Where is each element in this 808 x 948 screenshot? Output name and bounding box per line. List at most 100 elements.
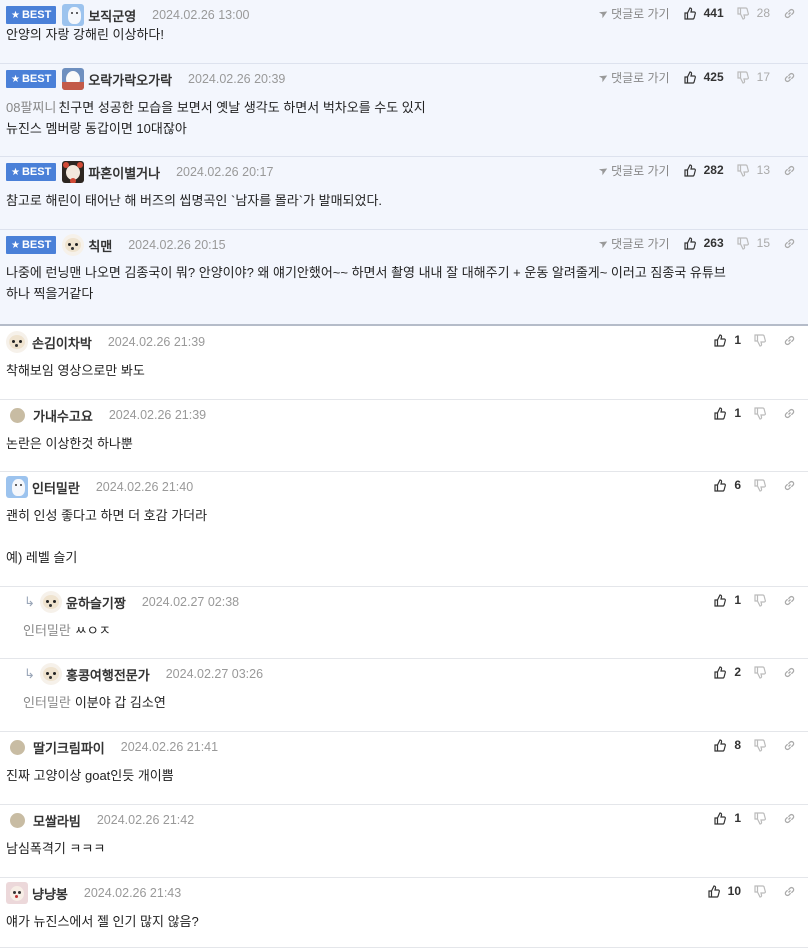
nickname[interactable]: 냥냥봉 bbox=[32, 884, 68, 903]
downvote-button[interactable] bbox=[754, 478, 770, 492]
share-link-button[interactable] bbox=[783, 885, 796, 898]
timestamp: 2024.02.26 13:00 bbox=[152, 8, 250, 22]
nickname[interactable]: 오락가락오가락 bbox=[88, 70, 172, 89]
share-link-button[interactable] bbox=[783, 812, 796, 825]
nickname[interactable]: 파혼이별거나 bbox=[88, 163, 160, 182]
thumbs-down-icon bbox=[754, 811, 770, 825]
downvote-button[interactable] bbox=[754, 593, 770, 607]
nickname[interactable]: 칙맨 bbox=[88, 236, 112, 255]
upvote-button[interactable]: 282 bbox=[684, 163, 724, 177]
avatar[interactable] bbox=[6, 476, 28, 498]
mention-tag[interactable]: 인터밀란 bbox=[23, 695, 71, 710]
upvote-button[interactable]: 6 bbox=[714, 478, 741, 492]
reply-arrow-icon: ↳ bbox=[24, 666, 35, 681]
avatar[interactable] bbox=[6, 882, 28, 904]
share-link-button[interactable] bbox=[783, 479, 796, 492]
comment-body: 착해보임 영상으로만 봐도 bbox=[6, 360, 145, 381]
comment-actions: 6 bbox=[714, 476, 796, 494]
upvote-button[interactable]: 1 bbox=[714, 593, 741, 607]
avatar[interactable] bbox=[62, 4, 85, 26]
upvote-button[interactable]: 1 bbox=[714, 406, 741, 420]
thumbs-up-icon bbox=[714, 665, 730, 679]
avatar[interactable] bbox=[10, 407, 25, 423]
go-to-comment-link[interactable]: ➤ 댓글로 가기 bbox=[597, 162, 670, 179]
downvote-button[interactable] bbox=[754, 884, 770, 898]
comment-body: 인터밀란 ㅆㅇㅈ bbox=[23, 620, 111, 641]
upvote-button[interactable]: 441 bbox=[684, 6, 724, 20]
downvote-count: 17 bbox=[756, 70, 770, 84]
comment-text: ㅆㅇㅈ bbox=[74, 623, 111, 638]
avatar[interactable] bbox=[6, 331, 28, 353]
upvote-button[interactable]: 425 bbox=[684, 70, 724, 84]
avatar[interactable] bbox=[62, 68, 85, 90]
downvote-button[interactable] bbox=[754, 665, 770, 679]
nickname[interactable]: 윤하슬기짱 bbox=[66, 593, 126, 612]
upvote-button[interactable]: 10 bbox=[708, 884, 741, 898]
comment-body: 괜히 인성 좋다고 하면 더 호감 가더라 예) 레벨 슬기 bbox=[6, 505, 207, 568]
comment-text: 논란은 이상한것 하나뿐 bbox=[6, 436, 133, 451]
best-badge: ★ BEST bbox=[6, 236, 57, 254]
nickname[interactable]: 모쌀라빔 bbox=[33, 811, 81, 830]
share-link-button[interactable] bbox=[783, 7, 796, 20]
thumbs-up-icon bbox=[684, 163, 700, 177]
thumbs-up-icon bbox=[684, 70, 700, 84]
avatar[interactable] bbox=[62, 161, 85, 183]
timestamp: 2024.02.26 20:17 bbox=[176, 165, 274, 179]
comment-text: 참고로 해린이 태어난 해 버즈의 씹명곡인 `남자를 몰라`가 발매되었다. bbox=[6, 193, 383, 208]
avatar[interactable] bbox=[62, 234, 85, 256]
nickname[interactable]: 인터밀란 bbox=[32, 478, 80, 497]
upvote-button[interactable]: 1 bbox=[714, 333, 741, 347]
share-link-button[interactable] bbox=[783, 407, 796, 420]
share-link-button[interactable] bbox=[783, 666, 796, 679]
comment-text: 얘가 뉴진스에서 젤 인기 많지 않음? bbox=[6, 914, 199, 929]
thumbs-down-icon bbox=[754, 665, 770, 679]
comment-actions: 1 bbox=[714, 404, 796, 422]
upvote-button[interactable]: 2 bbox=[714, 665, 741, 679]
avatar[interactable] bbox=[40, 591, 62, 613]
go-to-comment-link[interactable]: ➤ 댓글로 가기 bbox=[597, 235, 670, 252]
thumbs-down-icon bbox=[737, 70, 753, 84]
go-to-comment-link[interactable]: ➤ 댓글로 가기 bbox=[597, 5, 670, 22]
share-link-button[interactable] bbox=[783, 237, 796, 250]
nickname[interactable]: 보직군영 bbox=[88, 6, 136, 25]
mention-tag[interactable]: 인터밀란 bbox=[23, 623, 71, 638]
avatar[interactable] bbox=[40, 663, 62, 685]
nickname[interactable]: 홍콩여행전문가 bbox=[66, 665, 150, 684]
downvote-button[interactable]: 17 bbox=[737, 70, 770, 84]
timestamp: 2024.02.26 20:15 bbox=[128, 238, 226, 252]
downvote-button[interactable] bbox=[754, 811, 770, 825]
thumbs-up-icon bbox=[714, 738, 730, 752]
downvote-button[interactable]: 28 bbox=[737, 6, 770, 20]
downvote-button[interactable]: 15 bbox=[737, 236, 770, 250]
upvote-button[interactable]: 263 bbox=[684, 236, 724, 250]
best-comment: ★ BEST 보직군영 2024.02.26 13:00 ➤ 댓글로 가기 441 28 안양의… bbox=[0, 0, 808, 64]
thumbs-down-icon bbox=[754, 738, 770, 752]
share-link-button[interactable] bbox=[783, 739, 796, 752]
nickname[interactable]: 손김이차박 bbox=[32, 333, 92, 352]
nickname[interactable]: 가내수고요 bbox=[33, 406, 93, 425]
link-icon bbox=[783, 885, 796, 898]
comment-body: 얘가 뉴진스에서 젤 인기 많지 않음? bbox=[6, 911, 199, 932]
thumbs-up-icon bbox=[684, 6, 700, 20]
thumbs-down-icon bbox=[754, 593, 770, 607]
avatar[interactable] bbox=[10, 739, 25, 755]
go-to-comment-link[interactable]: ➤ 댓글로 가기 bbox=[597, 69, 670, 86]
upvote-button[interactable]: 1 bbox=[714, 811, 741, 825]
reply-comment: ↳ 윤하슬기짱 2024.02.27 02:38 1 인터밀란 ㅆㅇㅈ bbox=[0, 587, 808, 659]
share-link-button[interactable] bbox=[783, 334, 796, 347]
thumbs-up-icon bbox=[714, 811, 730, 825]
comment-actions: 1 bbox=[714, 809, 796, 827]
share-link-button[interactable] bbox=[783, 164, 796, 177]
upvote-count: 282 bbox=[703, 163, 724, 177]
downvote-button[interactable]: 13 bbox=[737, 163, 770, 177]
share-link-button[interactable] bbox=[783, 71, 796, 84]
thumbs-down-icon bbox=[754, 884, 770, 898]
downvote-button[interactable] bbox=[754, 406, 770, 420]
comment-header: 가내수고요 2024.02.26 21:39 bbox=[6, 404, 206, 426]
downvote-button[interactable] bbox=[754, 333, 770, 347]
nickname[interactable]: 딸기크림파이 bbox=[33, 738, 105, 757]
share-link-button[interactable] bbox=[783, 594, 796, 607]
downvote-button[interactable] bbox=[754, 738, 770, 752]
upvote-button[interactable]: 8 bbox=[714, 738, 741, 752]
avatar[interactable] bbox=[10, 812, 25, 828]
